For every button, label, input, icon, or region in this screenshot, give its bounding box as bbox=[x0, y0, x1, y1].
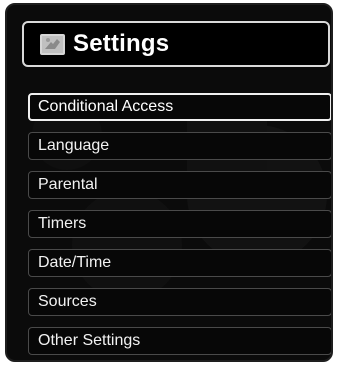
settings-panel: Settings Conditional Access Language Par… bbox=[5, 3, 333, 362]
menu-item-conditional-access[interactable]: Conditional Access bbox=[28, 93, 331, 121]
menu-item-parental[interactable]: Parental bbox=[28, 171, 331, 199]
settings-menu: Conditional Access Language Parental Tim… bbox=[7, 5, 331, 360]
menu-item-language[interactable]: Language bbox=[28, 132, 331, 160]
menu-item-other-settings[interactable]: Other Settings bbox=[28, 327, 331, 355]
menu-item-date-time[interactable]: Date/Time bbox=[28, 249, 331, 277]
menu-item-timers[interactable]: Timers bbox=[28, 210, 331, 238]
menu-item-sources[interactable]: Sources bbox=[28, 288, 331, 316]
